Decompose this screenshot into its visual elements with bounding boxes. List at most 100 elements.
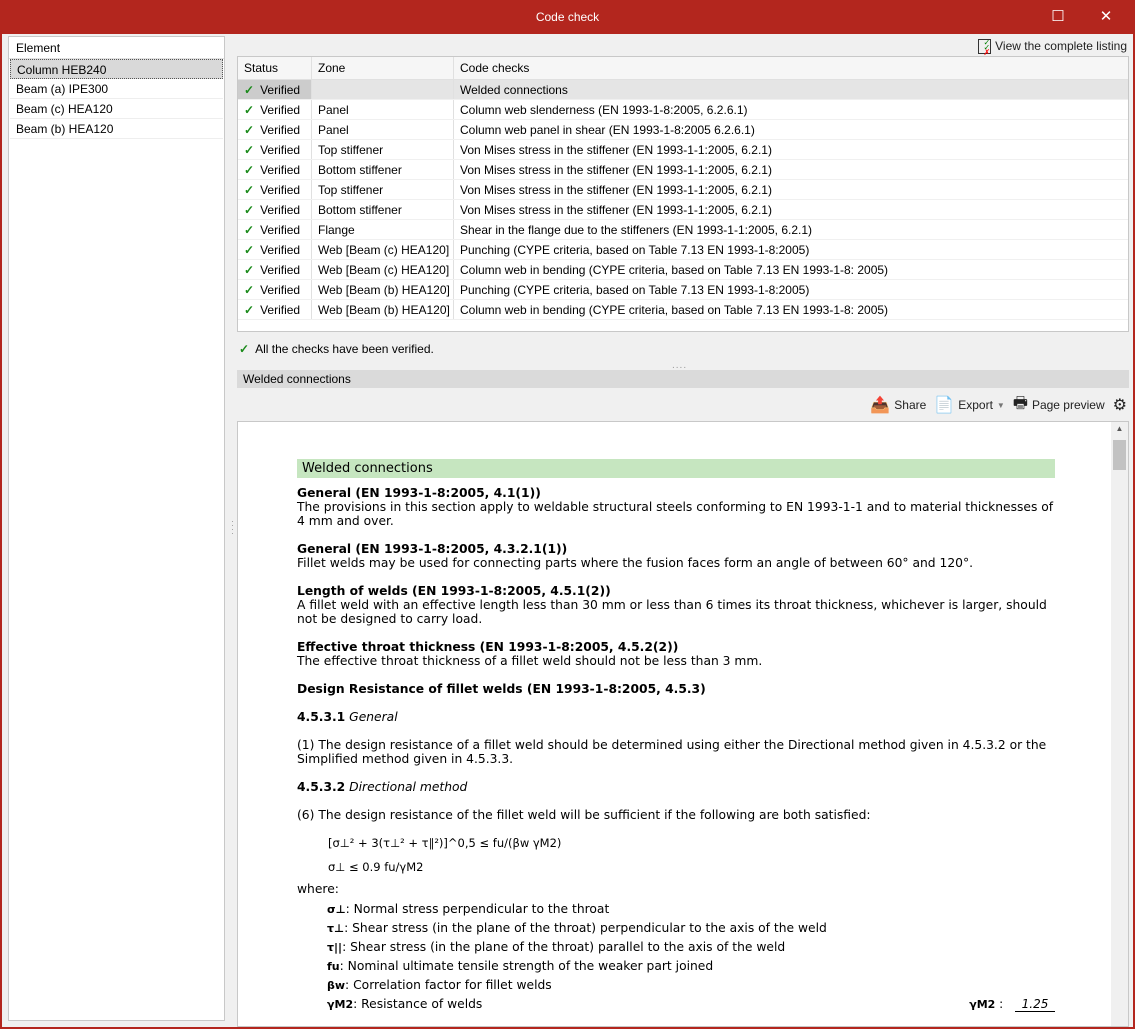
- settings-button[interactable]: ⚙: [1113, 395, 1127, 415]
- page-preview-label: Page preview: [1031, 398, 1105, 412]
- definition-item: σ⊥: Normal stress perpendicular to the t…: [327, 902, 1055, 921]
- definition-text: : Correlation factor for fillet welds: [345, 978, 552, 992]
- scroll-up-icon[interactable]: ▲: [1111, 424, 1128, 433]
- check-icon: ✓: [244, 303, 255, 317]
- code-check-cell: Welded connections: [460, 83, 568, 97]
- zone-cell: Top stiffener: [312, 180, 454, 199]
- code-check-cell: Von Mises stress in the stiffener (EN 19…: [460, 163, 772, 177]
- header-zone[interactable]: Zone: [312, 57, 454, 79]
- table-row[interactable]: ✓ Verified Welded connections: [238, 80, 1128, 100]
- element-item[interactable]: Beam (b) HEA120: [10, 119, 223, 139]
- check-icon: ✓: [239, 342, 250, 356]
- export-icon: 📄: [934, 397, 955, 414]
- page-preview-button[interactable]: 🖶 Page preview: [1013, 392, 1105, 419]
- gamma-m2-value: γM2 : 1.25: [969, 997, 1055, 1012]
- definition-text: : Shear stress (in the plane of the thro…: [342, 940, 786, 954]
- definition-symbol: fu: [327, 960, 340, 973]
- check-icon: ✓: [244, 103, 255, 117]
- share-button[interactable]: 📤 Share: [870, 395, 926, 415]
- element-item[interactable]: Beam (c) HEA120: [10, 99, 223, 119]
- table-row[interactable]: ✓ Verified Panel Column web panel in shear …: [238, 120, 1128, 140]
- table-row[interactable]: ✓ Verified Bottom stiffener Von Mises stres…: [238, 200, 1128, 220]
- definition-text: : Nominal ultimate tensile strength of t…: [339, 959, 714, 973]
- s1-text: The provisions in this section apply to …: [297, 500, 1054, 528]
- scrollbar-thumb[interactable]: [1113, 440, 1126, 470]
- zone-cell: Top stiffener: [312, 140, 454, 159]
- check-icon: ✓: [244, 83, 255, 97]
- zone-cell: Panel: [312, 120, 454, 139]
- check-icon: ✓: [244, 283, 255, 297]
- export-button[interactable]: 📄 Export ▼: [934, 395, 1005, 415]
- formula-1: [σ⊥² + 3(τ⊥² + τ∥²)]^0,5 ≤ fu/(βw γM2): [328, 836, 562, 850]
- zone-cell: Web [Beam (b) HEA120]: [312, 300, 454, 319]
- code-check-cell: Punching (CYPE criteria, based on Table …: [460, 243, 810, 257]
- vertical-splitter-handle[interactable]: · · · ·: [231, 517, 234, 538]
- table-row[interactable]: ✓ Verified Web [Beam (b) HEA120] Column web…: [238, 300, 1128, 320]
- formula-2: σ⊥ ≤ 0.9 fu/γM2: [328, 860, 424, 874]
- definition-item: fu: Nominal ultimate tensile strength of…: [327, 959, 1055, 978]
- element-item[interactable]: Column HEB240: [10, 59, 223, 79]
- maximize-button[interactable]: ☐: [1035, 0, 1081, 34]
- definition-symbol: τ⊥: [327, 922, 345, 935]
- definition-symbol: σ⊥: [327, 903, 346, 916]
- table-row[interactable]: ✓ Verified Top stiffener Von Mises stress i…: [238, 180, 1128, 200]
- status-cell: ✓ Verified: [238, 260, 312, 279]
- check-icon: ✓: [244, 163, 255, 177]
- s4-text: The effective throat thickness of a fill…: [297, 654, 763, 668]
- vertical-scrollbar[interactable]: ▲: [1111, 422, 1128, 1026]
- code-checks-table: Status Zone Code checks ✓ Verified Welded …: [237, 56, 1129, 332]
- definition-symbol: βw: [327, 979, 346, 992]
- table-row[interactable]: ✓ Verified Web [Beam (c) HEA120] Punching (…: [238, 240, 1128, 260]
- s2-text: Fillet welds may be used for connecting …: [297, 556, 974, 570]
- status-cell: ✓ Verified: [238, 100, 312, 119]
- definition-symbol: γM2: [327, 998, 354, 1011]
- listing-icon: ✓ ✓ ✗: [978, 38, 992, 56]
- status-text: Verified: [260, 123, 301, 137]
- definition-item: τ||: Shear stress (in the plane of the t…: [327, 940, 1055, 959]
- definition-item: γM2: Resistance of welds: [327, 997, 1055, 1016]
- table-row[interactable]: ✓ Verified Flange Shear in the flange due t…: [238, 220, 1128, 240]
- s531-text: (1) The design resistance of a fillet we…: [297, 738, 1047, 766]
- zone-cell: Web [Beam (c) HEA120]: [312, 240, 454, 259]
- gear-icon: ⚙: [1112, 397, 1127, 414]
- code-check-cell: Von Mises stress in the stiffener (EN 19…: [460, 203, 772, 217]
- header-code-checks[interactable]: Code checks: [454, 57, 1128, 79]
- check-icon: ✓: [244, 223, 255, 237]
- status-text: Verified: [260, 83, 301, 97]
- s532-name: Directional method: [349, 780, 468, 794]
- element-list: Element Column HEB240 Beam (a) IPE300 Be…: [8, 36, 225, 1021]
- status-text: Verified: [260, 283, 301, 297]
- zone-cell: Flange: [312, 220, 454, 239]
- status-text: Verified: [260, 263, 301, 277]
- code-check-cell: Column web in bending (CYPE criteria, ba…: [460, 263, 889, 277]
- table-row[interactable]: ✓ Verified Panel Column web slenderness (EN…: [238, 100, 1128, 120]
- zone-cell: Bottom stiffener: [312, 160, 454, 179]
- table-row[interactable]: ✓ Verified Web [Beam (c) HEA120] Column web…: [238, 260, 1128, 280]
- close-button[interactable]: ✕: [1083, 0, 1129, 34]
- section-title: Welded connections: [237, 370, 1129, 388]
- s1-title: General (EN 1993-1-8:2005, 4.1(1)): [297, 486, 541, 500]
- element-item[interactable]: Beam (a) IPE300: [10, 79, 223, 99]
- table-row[interactable]: ✓ Verified Bottom stiffener Von Mises stres…: [238, 160, 1128, 180]
- s3-text: A fillet weld with an effective length l…: [297, 598, 1047, 626]
- table-row[interactable]: ✓ Verified Web [Beam (b) HEA120] Punching (…: [238, 280, 1128, 300]
- s531-name: General: [349, 710, 398, 724]
- header-status[interactable]: Status: [238, 57, 312, 79]
- table-row[interactable]: ✓ Verified Top stiffener Von Mises stress i…: [238, 140, 1128, 160]
- status-text: Verified: [260, 103, 301, 117]
- check-icon: ✓: [244, 243, 255, 257]
- status-cell: ✓ Verified: [238, 180, 312, 199]
- s531-number: 4.5.3.1: [297, 710, 346, 724]
- s532-text: (6) The design resistance of the fillet …: [297, 808, 871, 822]
- status-message: ✓ All the checks have been verified.: [239, 340, 434, 358]
- export-label: Export: [958, 398, 993, 412]
- status-text: Verified: [260, 243, 301, 257]
- zone-cell: Web [Beam (c) HEA120]: [312, 260, 454, 279]
- status-text: Verified: [260, 183, 301, 197]
- s532-number: 4.5.3.2: [297, 780, 346, 794]
- status-cell: ✓ Verified: [238, 140, 312, 159]
- check-icon: ✓: [244, 143, 255, 157]
- definition-text: : Resistance of welds: [353, 997, 483, 1011]
- view-complete-listing-button[interactable]: ✓ ✓ ✗ View the complete listing: [978, 36, 1127, 56]
- code-check-cell: Column web panel in shear (EN 1993-1-8:2…: [460, 123, 755, 137]
